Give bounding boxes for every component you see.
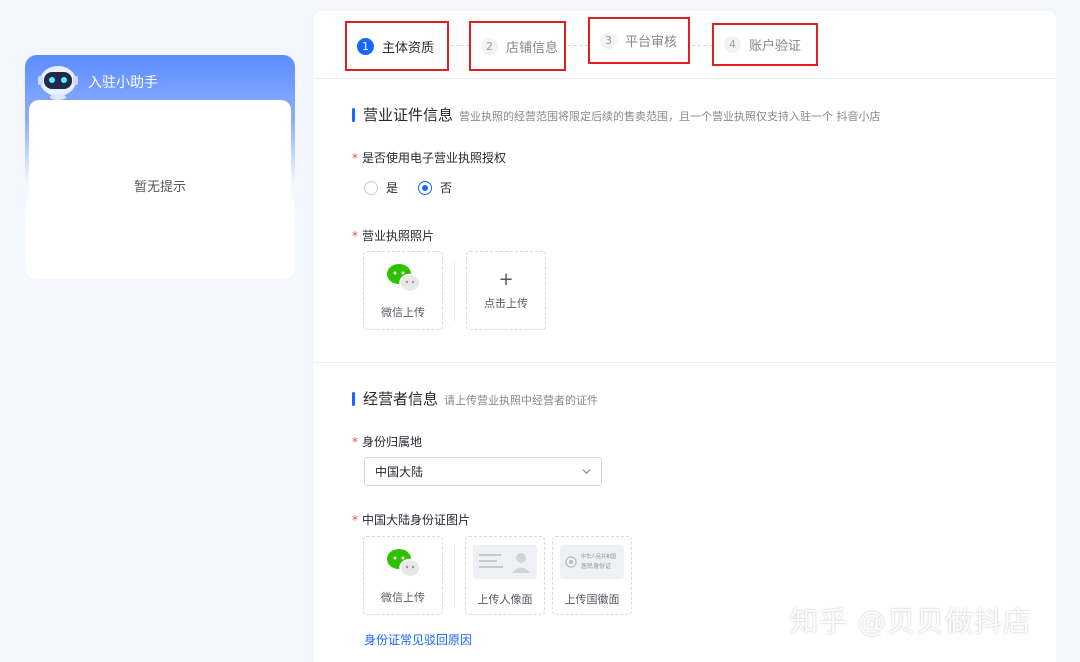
upload-text: 上传人像面: [477, 592, 533, 606]
operator-section-desc: 请上传营业执照中经营者的证件: [444, 394, 599, 407]
license-section-title: 营业证件信息: [363, 106, 454, 124]
section-accent-bar: [352, 391, 355, 406]
assistant-panel: 入驻小助手 暂无提示: [25, 55, 295, 279]
operator-section-header: 经营者信息 请上传营业执照中经营者的证件: [352, 388, 598, 409]
upload-separator: [454, 546, 455, 606]
section-divider: [314, 362, 1056, 363]
upload-text: 点击上传: [484, 296, 528, 310]
assistant-tips-area: 暂无提示: [29, 100, 291, 275]
step-2[interactable]: 2 店铺信息: [469, 21, 566, 71]
id-card-back-icon: 中华人民共和国 居民身份证: [560, 544, 624, 579]
step-2-number: 2: [481, 37, 498, 55]
radio-no[interactable]: [418, 180, 433, 195]
step-3-number: 3: [600, 32, 617, 49]
step-1-label: 主体资质: [382, 40, 435, 56]
region-select-value: 中国大陆: [375, 465, 424, 479]
id-back-line2: 居民身份证: [581, 562, 612, 570]
license-wechat-upload[interactable]: 微信上传: [363, 251, 443, 330]
step-4[interactable]: 4 账户验证: [712, 23, 818, 66]
chevron-down-icon: [582, 469, 591, 475]
radio-no-label[interactable]: 否: [440, 179, 452, 196]
license-photo-label: * 营业执照照片: [352, 229, 435, 243]
upload-text: 微信上传: [381, 590, 425, 604]
assistant-title: 入驻小助手: [88, 75, 158, 91]
wechat-icon: [387, 548, 421, 577]
step-indicator: 1 主体资质 2 店铺信息 3 平台审核 4 账户验证: [314, 11, 1056, 79]
step-1[interactable]: 1 主体资质: [345, 21, 449, 71]
robot-mascot-icon: [38, 66, 78, 100]
national-emblem-icon: [565, 555, 577, 568]
step-3-label: 平台审核: [625, 35, 678, 50]
step-4-label: 账户验证: [749, 39, 802, 54]
section-accent-bar: [352, 107, 355, 122]
assistant-empty-text: 暂无提示: [133, 180, 186, 195]
wechat-icon: [387, 263, 421, 292]
step-1-number: 1: [357, 37, 374, 55]
upload-separator: [454, 261, 455, 321]
license-section-header: 营业证件信息 营业执照的经营范围将限定后续的售卖范围，且一个营业执照仅支持入驻一…: [352, 104, 881, 125]
upload-text: 微信上传: [381, 305, 425, 319]
radio-yes[interactable]: [364, 180, 378, 195]
id-portrait-upload[interactable]: 上传人像面: [465, 536, 545, 615]
id-emblem-upload[interactable]: 中华人民共和国 居民身份证 上传国徽面: [552, 536, 632, 615]
license-section-desc: 营业执照的经营范围将限定后续的售卖范围，且一个营业执照仅支持入驻一个 抖音小店: [459, 110, 881, 123]
step-3[interactable]: 3 平台审核: [588, 17, 690, 64]
upload-text: 上传国徽面: [564, 592, 620, 606]
watermark: 知乎 @贝贝做抖店: [790, 605, 1032, 638]
id-wechat-upload[interactable]: 微信上传: [363, 536, 443, 615]
id-rejection-help-link[interactable]: 身份证常见驳回原因: [364, 631, 472, 648]
e-license-label: * 是否使用电子营业执照授权: [352, 151, 507, 165]
plus-icon: +: [498, 268, 514, 290]
id-back-line1: 中华人民共和国: [581, 553, 617, 560]
step-connector: [568, 45, 588, 46]
main-form-card: 1 主体资质 2 店铺信息 3 平台审核 4 账户验证 营业证件信息 营业执照的…: [314, 11, 1056, 662]
step-2-label: 店铺信息: [506, 40, 559, 56]
region-select[interactable]: 中国大陆: [364, 457, 602, 486]
operator-section-title: 经营者信息: [363, 390, 439, 408]
radio-yes-label[interactable]: 是: [386, 179, 398, 196]
step-connector: [692, 45, 712, 46]
id-card-front-icon: [473, 544, 537, 579]
step-4-number: 4: [724, 36, 741, 53]
license-click-upload[interactable]: + 点击上传: [466, 251, 546, 330]
id-photo-label: * 中国大陆身份证图片: [352, 513, 471, 527]
region-label: * 身份归属地: [352, 435, 423, 449]
e-license-radio-group: 是 否: [364, 179, 472, 196]
step-connector: [451, 45, 469, 46]
